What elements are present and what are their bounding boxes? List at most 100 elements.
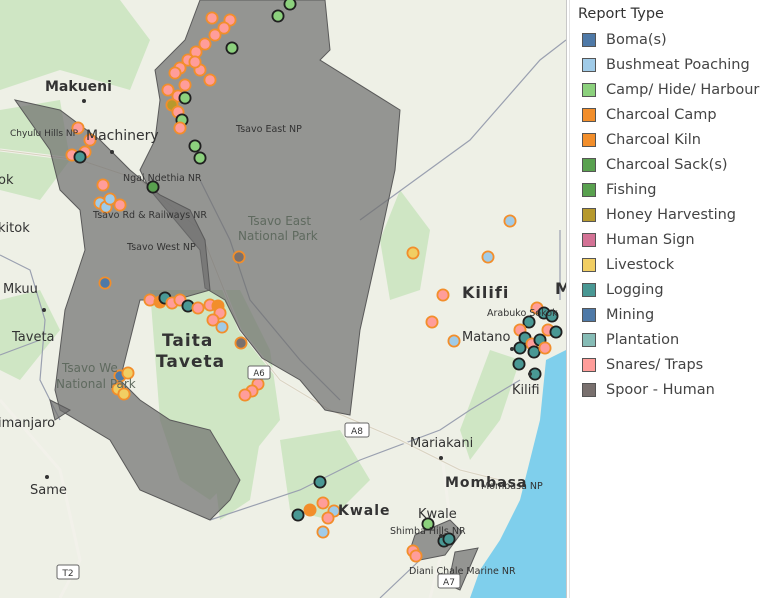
legend-swatch — [582, 282, 596, 297]
label-kilifi-region: Kilifi — [462, 283, 509, 302]
legend-item[interactable]: Charcoal Kiln — [582, 127, 701, 152]
incident-marker[interactable] — [206, 313, 220, 327]
incident-marker[interactable] — [203, 73, 217, 87]
legend-swatch — [582, 107, 596, 122]
incident-marker[interactable] — [436, 288, 450, 302]
legend-item[interactable]: Boma(s) — [582, 27, 667, 52]
incident-marker[interactable] — [406, 246, 420, 260]
legend-item[interactable]: Bushmeat Poaching — [582, 52, 750, 77]
incident-marker[interactable] — [291, 508, 305, 522]
label-same: Same — [30, 483, 67, 498]
legend-item[interactable]: Honey Harvesting — [582, 202, 736, 227]
incident-marker[interactable] — [113, 198, 127, 212]
label-mariakani: Mariakani — [410, 436, 473, 451]
incident-marker[interactable] — [316, 525, 330, 539]
legend-title: Report Type — [578, 6, 664, 22]
legend-item[interactable]: Camp/ Hide/ Harbour — [582, 77, 759, 102]
map-view[interactable]: Makueni Chyulu Hills NP Machinery ok kit… — [0, 0, 566, 598]
incident-marker[interactable] — [234, 336, 248, 350]
label-kilifi-town: Kilifi — [512, 383, 540, 398]
label-tsavo-rd: Tsavo Rd & Railways NR — [92, 210, 207, 221]
legend-item[interactable]: Human Sign — [582, 227, 695, 252]
legend-label: Human Sign — [606, 231, 695, 248]
incident-marker[interactable] — [188, 139, 202, 153]
svg-text:A8: A8 — [351, 427, 363, 437]
incident-marker[interactable] — [225, 41, 239, 55]
label-diani: Diani Chale Marine NR — [409, 566, 516, 577]
label-kwale-town: Kwale — [418, 507, 457, 522]
label-tsavo-west-np: Tsavo West NP — [126, 242, 196, 253]
label-imanjaro: imanjaro — [0, 416, 55, 431]
incident-marker[interactable] — [232, 250, 246, 264]
incident-marker[interactable] — [313, 475, 327, 489]
legend-item[interactable]: Charcoal Sack(s) — [582, 152, 728, 177]
legend-swatch — [582, 357, 596, 372]
svg-text:T2: T2 — [61, 569, 73, 579]
label-tsavo-east-park-2: National Park — [238, 229, 318, 243]
incident-marker[interactable] — [238, 388, 252, 402]
incident-marker[interactable] — [503, 214, 517, 228]
incident-marker[interactable] — [73, 150, 87, 164]
incident-marker[interactable] — [447, 334, 461, 348]
label-tsavo-east-park-1: Tsavo East — [247, 214, 311, 228]
incident-marker[interactable] — [513, 341, 527, 355]
label-tsavo-west-park-1: Tsavo We — [61, 361, 118, 375]
incident-marker[interactable] — [188, 55, 202, 69]
incident-marker[interactable] — [96, 178, 110, 192]
label-arabuko: Arabuko Sokok — [487, 308, 558, 319]
legend-label: Charcoal Sack(s) — [606, 156, 728, 173]
incident-marker[interactable] — [283, 0, 297, 11]
legend-label: Mining — [606, 306, 655, 323]
incident-marker[interactable] — [527, 345, 541, 359]
incident-marker[interactable] — [538, 341, 552, 355]
legend-swatch — [582, 82, 596, 97]
label-kitok: kitok — [0, 221, 30, 236]
label-chyulu: Chyulu Hills NP — [10, 129, 79, 139]
road-shield-a7: A7 — [437, 573, 461, 589]
incident-marker[interactable] — [425, 315, 439, 329]
map-canvas[interactable]: Makueni Chyulu Hills NP Machinery ok kit… — [0, 0, 566, 598]
incident-marker[interactable] — [303, 503, 317, 517]
legend-label: Plantation — [606, 331, 680, 348]
incident-marker[interactable] — [549, 325, 563, 339]
road-shield-a8: A8 — [344, 422, 370, 438]
incident-marker[interactable] — [205, 11, 219, 25]
incident-marker[interactable] — [178, 91, 192, 105]
label-ngai-ndethia: Ngai Ndethia NR — [123, 173, 202, 184]
legend-swatch — [582, 32, 596, 47]
legend-label: Snares/ Traps — [606, 356, 704, 373]
incident-marker[interactable] — [316, 496, 330, 510]
legend-item[interactable]: Charcoal Camp — [582, 102, 717, 127]
svg-text:A7: A7 — [443, 578, 455, 588]
label-kwale-region: Kwale — [338, 503, 391, 519]
incident-marker[interactable] — [98, 276, 112, 290]
legend-item[interactable]: Spoor - Human — [582, 377, 715, 402]
legend-item[interactable]: Livestock — [582, 252, 674, 277]
legend-item[interactable]: Plantation — [582, 327, 679, 352]
incident-marker[interactable] — [173, 121, 187, 135]
label-shimba: Shimba Hills NR — [390, 526, 466, 537]
legend-item[interactable]: Fishing — [582, 177, 656, 202]
legend-item[interactable]: Logging — [582, 277, 664, 302]
incident-marker[interactable] — [512, 357, 526, 371]
incident-marker[interactable] — [481, 250, 495, 264]
incident-marker[interactable] — [168, 66, 182, 80]
incident-marker[interactable] — [321, 511, 335, 525]
incident-marker[interactable] — [198, 37, 212, 51]
label-m-edge: M — [555, 279, 566, 298]
incident-marker[interactable] — [208, 28, 222, 42]
label-mkuu: Mkuu — [3, 282, 38, 297]
label-taveta: Taveta — [11, 330, 55, 345]
svg-text:A6: A6 — [253, 369, 264, 379]
legend-item[interactable]: Snares/ Traps — [582, 352, 703, 377]
incident-marker[interactable] — [191, 301, 205, 315]
legend-swatch — [582, 232, 596, 247]
incident-marker[interactable] — [271, 9, 285, 23]
legend-label: Logging — [606, 281, 664, 298]
incident-marker[interactable] — [161, 83, 175, 97]
incident-marker[interactable] — [178, 78, 192, 92]
incident-marker[interactable] — [409, 549, 423, 563]
legend-label: Bushmeat Poaching — [606, 56, 750, 73]
legend-item[interactable]: Mining — [582, 302, 654, 327]
incident-marker[interactable] — [193, 151, 207, 165]
